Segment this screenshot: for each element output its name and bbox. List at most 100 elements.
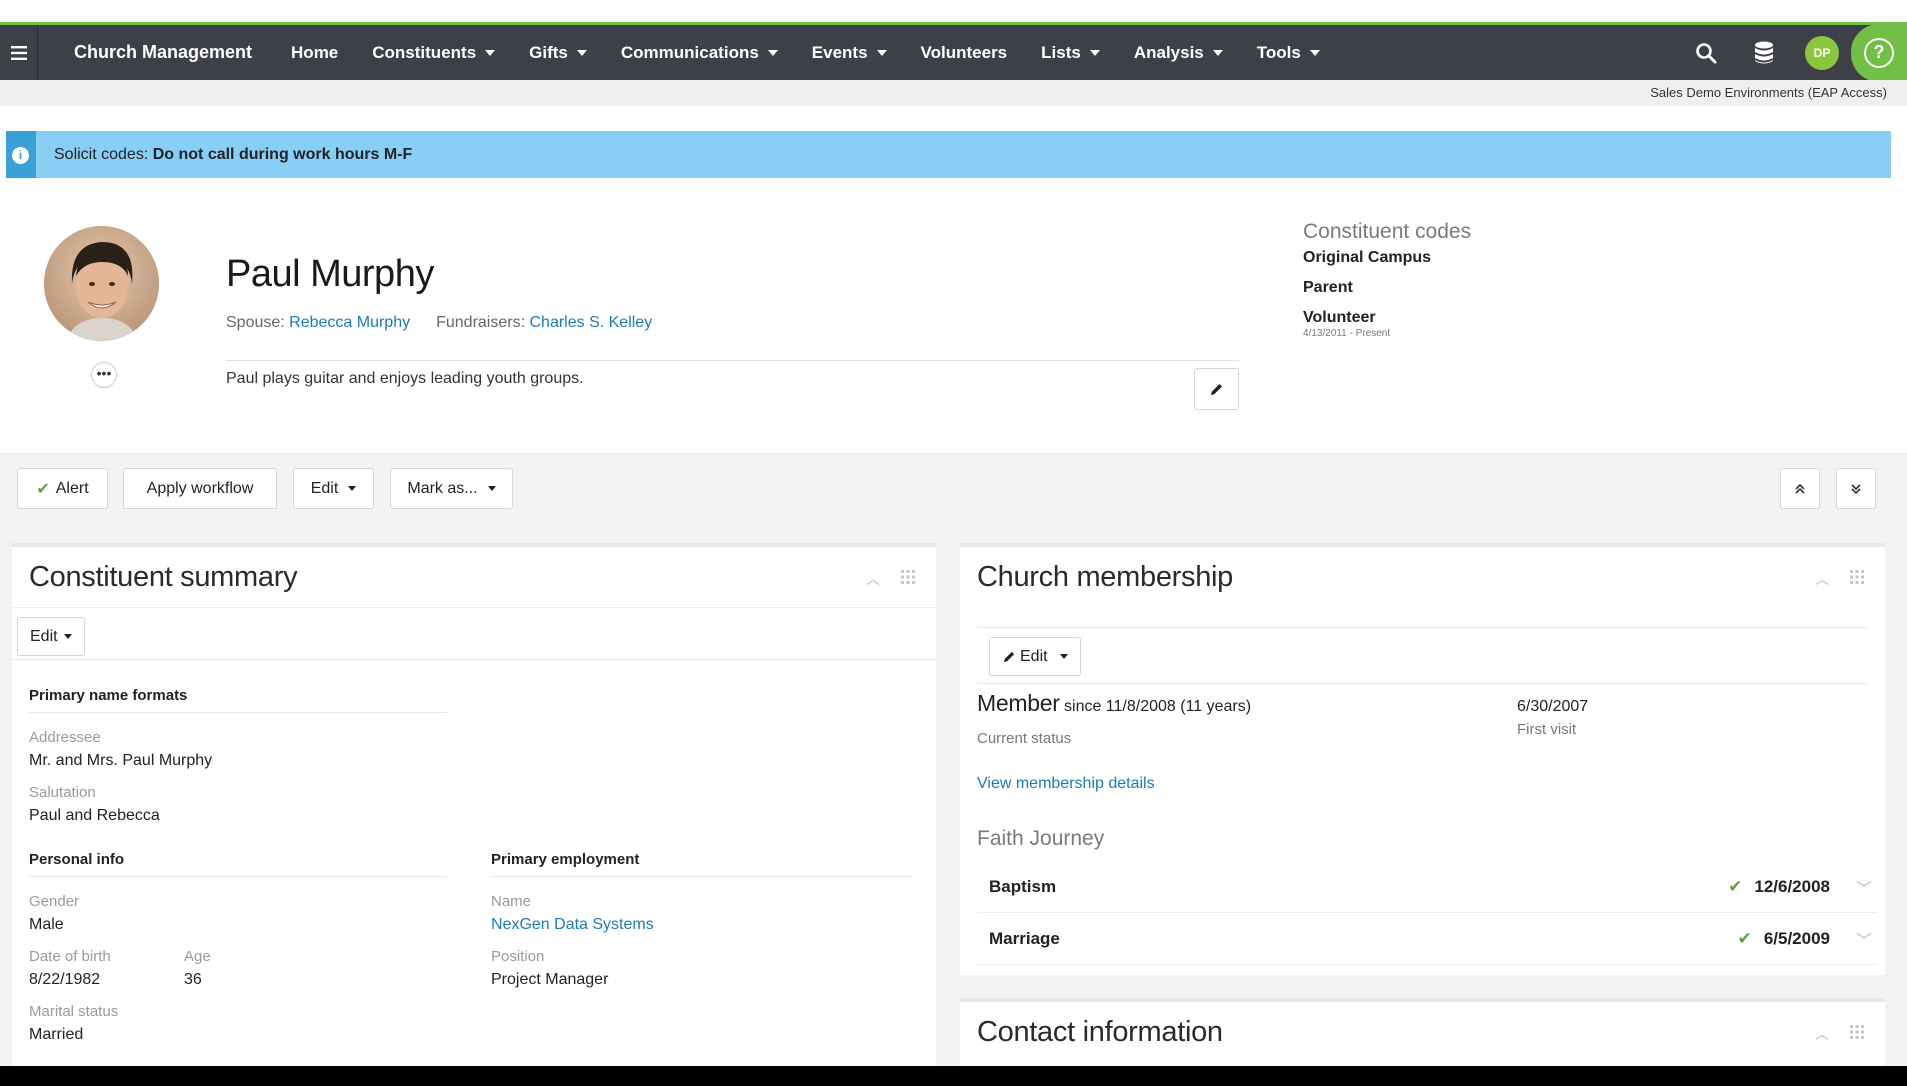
mark-as-dropdown-button[interactable]: Mark as... xyxy=(390,468,513,509)
banner-prefix: Solicit codes: xyxy=(54,145,153,163)
browser-top-strip xyxy=(0,0,1907,22)
view-membership-details-link[interactable]: View membership details xyxy=(977,775,1155,793)
nav-volunteers-label: Volunteers xyxy=(920,42,1008,62)
faith-journey-row[interactable]: Baptism ✔ 12/6/2008 ﹀ xyxy=(977,861,1877,913)
position-label: Position xyxy=(491,948,545,965)
chevron-down-icon[interactable]: ﹀ xyxy=(1856,927,1872,951)
section-divider xyxy=(977,683,1867,684)
addressee-value: Mr. and Mrs. Paul Murphy xyxy=(29,752,213,769)
dob-value: 8/22/1982 xyxy=(29,971,101,988)
drag-handle-icon[interactable] xyxy=(900,569,916,588)
top-navbar: Church Management Home Constituents Gift… xyxy=(0,22,1907,82)
summary-edit-button[interactable]: Edit xyxy=(17,617,85,656)
hamburger-menu-icon[interactable] xyxy=(0,25,38,80)
fundraiser-link[interactable]: Charles S. Kelley xyxy=(529,314,652,331)
nav-gifts-label: Gifts xyxy=(529,42,568,62)
info-icon: i xyxy=(12,147,29,164)
journey-label: Marriage xyxy=(989,929,1060,948)
apply-workflow-button[interactable]: Apply workflow xyxy=(123,468,277,509)
apply-workflow-label: Apply workflow xyxy=(146,479,254,497)
chevron-down-icon xyxy=(876,49,887,56)
constituent-codes: Constituent codes Original Campus Parent… xyxy=(1303,220,1471,339)
screen-bottom-edge xyxy=(0,1066,1907,1086)
spouse-label: Spouse: xyxy=(226,314,290,331)
help-icon: ? xyxy=(1864,37,1894,68)
chevron-down-icon[interactable]: ﹀ xyxy=(1856,875,1872,899)
constituent-summary-panel: Constituent summary ︿ Edit Primary name … xyxy=(12,543,936,1066)
first-visit-date: 6/30/2007 xyxy=(1517,698,1589,715)
environment-label: Sales Demo Environments (EAP Access) xyxy=(1650,85,1887,100)
spouse-link[interactable]: Rebecca Murphy xyxy=(289,314,410,331)
chevron-down-icon xyxy=(1212,49,1223,56)
age-value: 36 xyxy=(184,971,202,988)
banner-message: Do not call during work hours M-F xyxy=(152,145,413,163)
nav-volunteers[interactable]: Volunteers xyxy=(904,25,1025,80)
codes-title: Constituent codes xyxy=(1303,220,1472,243)
expand-all-button[interactable] xyxy=(1836,468,1876,509)
chevron-down-icon xyxy=(1059,654,1068,659)
member-since: since 11/8/2008 (11 years) xyxy=(1059,698,1252,715)
edit-bio-button[interactable] xyxy=(1194,368,1239,410)
more-options-button[interactable]: ••• xyxy=(91,362,117,388)
age-label: Age xyxy=(184,948,211,965)
nav-events[interactable]: Events xyxy=(795,25,904,80)
nav-analysis[interactable]: Analysis xyxy=(1117,25,1240,80)
relations-line: Spouse: Rebecca Murphy Fundraisers: Charl… xyxy=(226,314,652,332)
nav-communications[interactable]: Communications xyxy=(604,25,795,80)
drag-handle-icon[interactable] xyxy=(1849,569,1865,588)
collapse-panel-icon[interactable]: ︿ xyxy=(1815,1024,1829,1044)
first-visit-label: First visit xyxy=(1517,721,1577,738)
code-item: Parent xyxy=(1303,279,1353,296)
employer-link[interactable]: NexGen Data Systems xyxy=(491,916,654,934)
double-chevron-down-icon xyxy=(1851,483,1861,494)
fundraisers-label: Fundraisers: xyxy=(436,314,530,331)
help-button[interactable]: ? xyxy=(1851,23,1907,82)
app-brand[interactable]: Church Management xyxy=(38,42,274,63)
nav-tools[interactable]: Tools xyxy=(1240,25,1337,80)
code-item: Original Campus xyxy=(1303,249,1432,266)
collapse-all-button[interactable] xyxy=(1780,468,1820,509)
marital-status-value: Married xyxy=(29,1026,84,1043)
panel-title: Contact information xyxy=(977,1016,1223,1048)
action-bar: ✔ Alert Apply workflow Edit Mark as... xyxy=(0,453,1907,520)
chevron-down-icon xyxy=(487,486,496,491)
section-divider xyxy=(977,627,1867,628)
nav-lists-label: Lists xyxy=(1041,42,1081,62)
membership-edit-button[interactable]: Edit xyxy=(989,637,1081,676)
nav-home[interactable]: Home xyxy=(274,25,355,80)
chevron-down-icon xyxy=(767,49,778,56)
chevron-down-icon xyxy=(485,49,496,56)
nav-lists[interactable]: Lists xyxy=(1024,25,1117,80)
user-avatar[interactable]: DP xyxy=(1793,25,1851,80)
alert-button[interactable]: ✔ Alert xyxy=(17,468,108,509)
chevron-down-icon xyxy=(576,49,587,56)
section-divider xyxy=(29,712,447,713)
section-divider xyxy=(29,876,447,877)
solicit-codes-banner: i Solicit codes: Do not call during work… xyxy=(6,131,1891,178)
double-chevron-up-icon xyxy=(1795,483,1805,494)
gender-value: Male xyxy=(29,916,64,933)
faith-journey-heading: Faith Journey xyxy=(977,827,1105,850)
personal-info-heading: Personal info xyxy=(29,851,125,868)
pencil-icon xyxy=(1003,651,1015,662)
faith-journey-row[interactable]: Marriage ✔ 6/5/2009 ﹀ xyxy=(977,913,1877,965)
alert-button-label: Alert xyxy=(55,479,89,497)
nav-communications-label: Communications xyxy=(620,42,759,62)
checkmark-icon: ✔ xyxy=(1737,929,1752,948)
current-status-label: Current status xyxy=(977,730,1072,747)
primary-employment-heading: Primary employment xyxy=(491,851,640,868)
journey-date: 12/6/2008 xyxy=(1754,877,1830,896)
database-icon[interactable] xyxy=(1735,25,1793,80)
constituent-bio: Paul plays guitar and enjoys leading you… xyxy=(226,370,584,387)
search-icon[interactable] xyxy=(1677,25,1735,80)
nav-gifts[interactable]: Gifts xyxy=(512,25,604,80)
edit-dropdown-button[interactable]: Edit xyxy=(293,468,374,509)
collapse-panel-icon[interactable]: ︿ xyxy=(866,569,880,589)
drag-handle-icon[interactable] xyxy=(1849,1024,1865,1043)
collapse-panel-icon[interactable]: ︿ xyxy=(1815,569,1829,589)
profile-divider xyxy=(226,360,1239,361)
nav-constituents[interactable]: Constituents xyxy=(355,25,512,80)
profile-photo xyxy=(44,226,159,341)
membership-edit-label: Edit xyxy=(1020,647,1048,665)
chevron-down-icon xyxy=(348,486,357,491)
